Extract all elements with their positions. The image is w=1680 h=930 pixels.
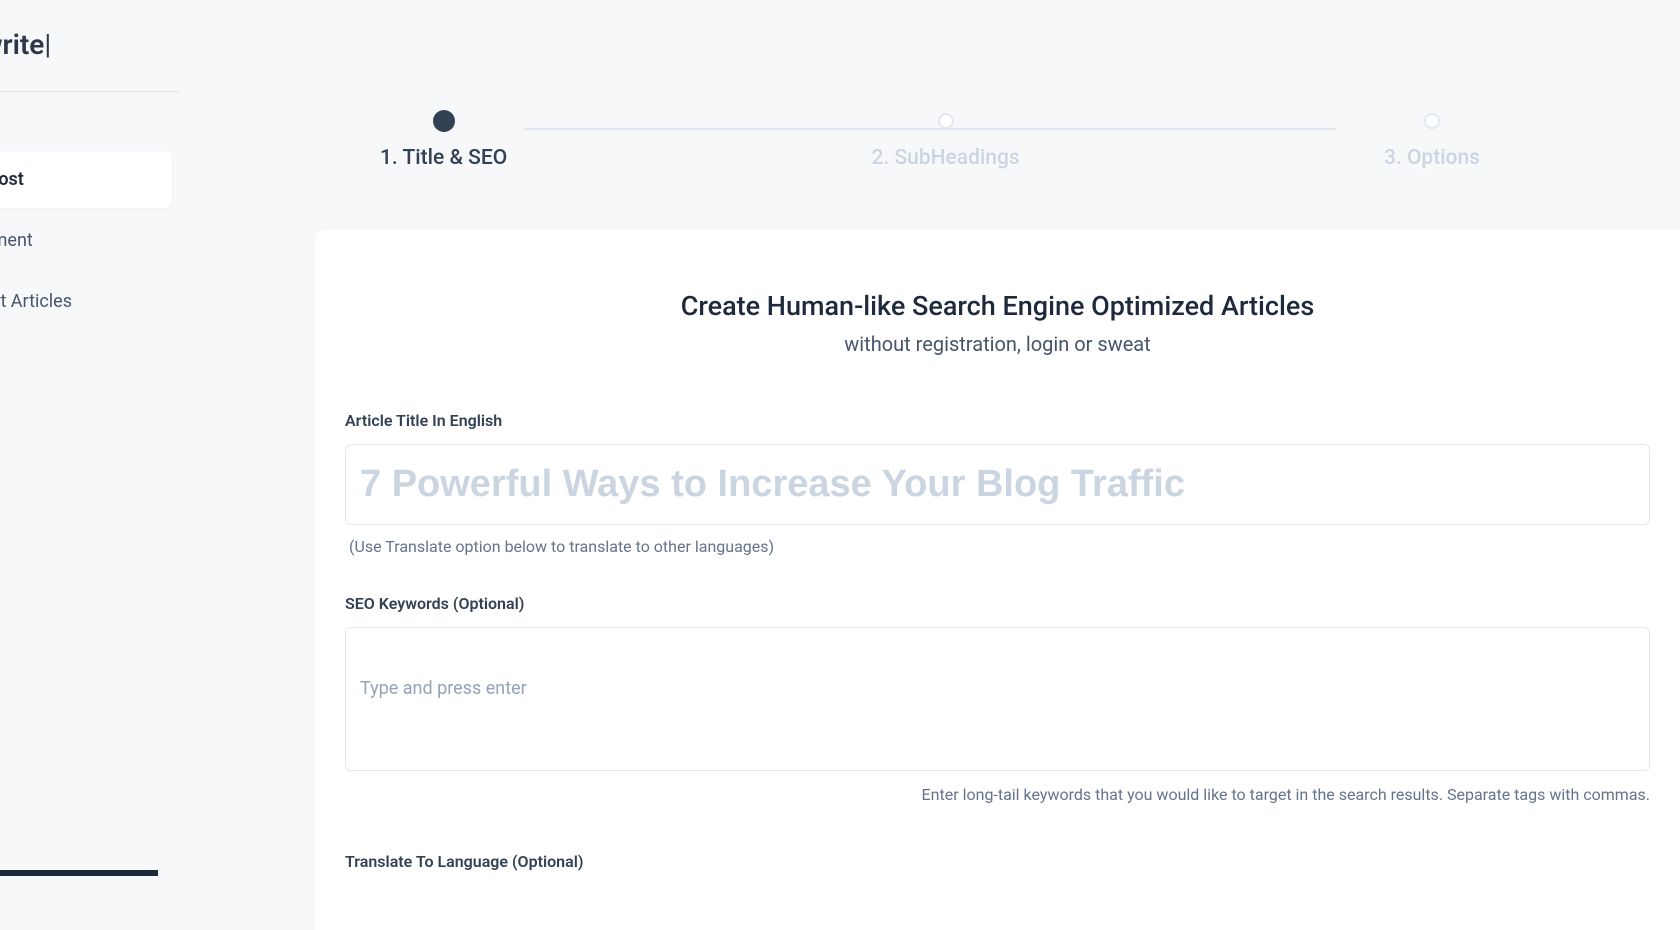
translate-label: Translate To Language (Optional) xyxy=(345,852,1650,871)
sidebar-divider xyxy=(0,91,180,92)
step-label: 2. SubHeadings xyxy=(871,146,1019,170)
title-text: to write xyxy=(0,28,44,61)
keywords-hint: Enter long-tail keywords that you would … xyxy=(345,785,1650,804)
content-card: Create Human-like Search Engine Optimize… xyxy=(315,230,1680,930)
app-title: to write| xyxy=(0,0,180,91)
keywords-label: SEO Keywords (Optional) xyxy=(345,594,1650,613)
stepper: 1. Title & SEO 2. SubHeadings 3. Options xyxy=(180,0,1680,230)
step-title-seo[interactable]: 1. Title & SEO xyxy=(380,110,507,170)
step-dot-inactive xyxy=(1424,113,1440,129)
step-label: 3. Options xyxy=(1384,146,1480,170)
step-options[interactable]: 3. Options xyxy=(1384,110,1480,170)
sidebar-item-blog-post[interactable]: og Post xyxy=(0,151,172,208)
content-inner: Create Human-like Search Engine Optimize… xyxy=(315,290,1680,871)
step-dot-active xyxy=(433,110,455,132)
step-subheadings[interactable]: 2. SubHeadings xyxy=(871,110,1019,170)
article-title-input[interactable] xyxy=(345,444,1650,525)
sidebar-item-document[interactable]: ocument xyxy=(0,212,172,269)
sidebar-bottom-bar xyxy=(0,870,158,876)
sidebar-category: E xyxy=(0,117,180,147)
sidebar-item-label: ocument xyxy=(0,230,33,251)
headline: Create Human-like Search Engine Optimize… xyxy=(345,290,1650,322)
main-content: 1. Title & SEO 2. SubHeadings 3. Options… xyxy=(180,0,1680,876)
sidebar-item-recent-articles[interactable]: ecent Articles xyxy=(0,273,172,330)
title-hint: (Use Translate option below to translate… xyxy=(345,537,1650,556)
step-label: 1. Title & SEO xyxy=(380,146,507,170)
sidebar-item-label: og Post xyxy=(0,169,24,190)
title-label: Article Title In English xyxy=(345,411,1650,430)
title-cursor: | xyxy=(44,28,51,61)
sidebar: to write| E og Post ocument ecent Articl… xyxy=(0,0,180,876)
seo-keywords-input[interactable] xyxy=(345,627,1650,771)
subheadline: without registration, login or sweat xyxy=(345,332,1650,356)
step-dot-inactive xyxy=(938,113,954,129)
sidebar-item-label: ecent Articles xyxy=(0,291,72,312)
